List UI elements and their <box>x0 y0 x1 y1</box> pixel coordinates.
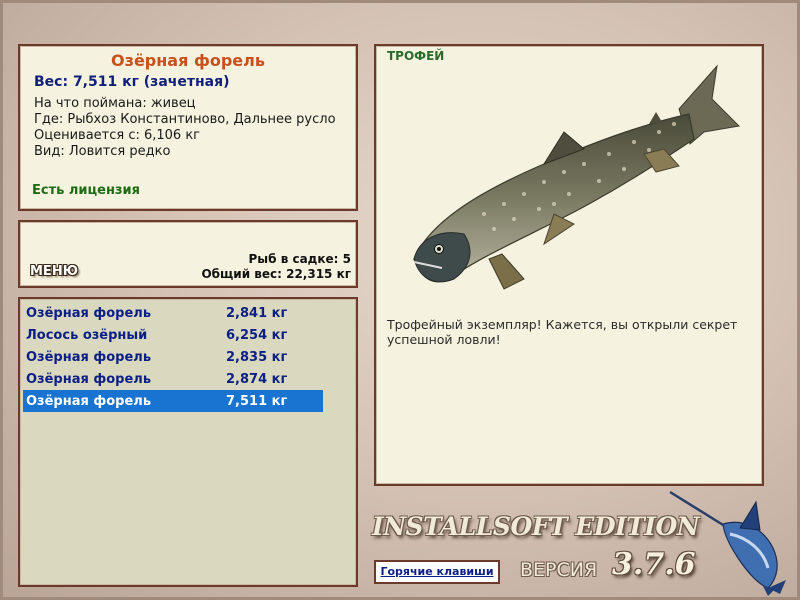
marlin-logo <box>669 490 786 596</box>
catch-fish-weight: 6,254 кг <box>226 328 288 343</box>
catch-list-row[interactable]: Озёрная форель 2,841 кг <box>23 302 323 324</box>
catch-fish-name: Озёрная форель <box>26 306 152 321</box>
catch-fish-weight: 2,835 кг <box>226 350 288 365</box>
version-label: ВЕРСИЯ <box>520 559 598 581</box>
license-status: Есть лицензия <box>32 183 140 198</box>
bait-info: На что поймана: живец <box>34 96 196 111</box>
catch-fish-weight: 7,511 кг <box>226 394 288 409</box>
rarity-info: Вид: Ловится редко <box>34 144 171 159</box>
menu-panel: МЕНЮ Рыб в садке: 5 Общий вес: 22,315 кг <box>18 220 358 288</box>
fish-weight: Вес: 7,511 кг (зачетная) <box>34 74 230 90</box>
catch-fish-name: Озёрная форель <box>26 394 152 409</box>
catch-list-row[interactable]: Лосось озёрный 6,254 кг <box>23 324 323 346</box>
menu-button[interactable]: МЕНЮ <box>30 264 78 279</box>
trophy-message: Трофейный экземпляр! Кажется, вы открыли… <box>387 317 738 347</box>
catch-fish-name: Озёрная форель <box>26 350 152 365</box>
catch-fish-name: Озёрная форель <box>26 372 152 387</box>
catch-fish-weight: 2,874 кг <box>226 372 288 387</box>
catch-list-row[interactable]: Озёрная форель 2,874 кг <box>23 368 323 390</box>
trophy-panel: ТРОФЕЙ Трофейный экземпляр! Кажется, вы … <box>374 44 764 486</box>
edition-logo-text: INSTALLSOFT EDITION <box>372 512 700 541</box>
catch-list: Озёрная форель 2,841 кг Лосось озёрный 6,25… <box>18 297 358 587</box>
catch-fish-weight: 2,841 кг <box>226 306 288 321</box>
catch-fish-name: Лосось озёрный <box>26 328 148 343</box>
fish-info-panel: Озёрная форель Вес: 7,511 кг (зачетная) … <box>18 44 358 211</box>
location-info: Где: Рыбхоз Константиново, Дальнее русло <box>34 112 336 127</box>
catch-list-row[interactable]: Озёрная форель 2,835 кг <box>23 346 323 368</box>
fish-in-keep: Рыб в садке: 5 <box>248 252 352 266</box>
catch-list-row[interactable]: Озёрная форель 7,511 кг <box>23 390 323 412</box>
rated-from-info: Оценивается с: 6,106 кг <box>34 128 201 143</box>
hotkeys-button[interactable]: Горячие клавиши <box>374 560 500 584</box>
total-weight: Общий вес: 22,315 кг <box>201 267 351 281</box>
fish-name: Озёрная форель <box>111 51 265 70</box>
lake-trout-image <box>413 64 741 290</box>
